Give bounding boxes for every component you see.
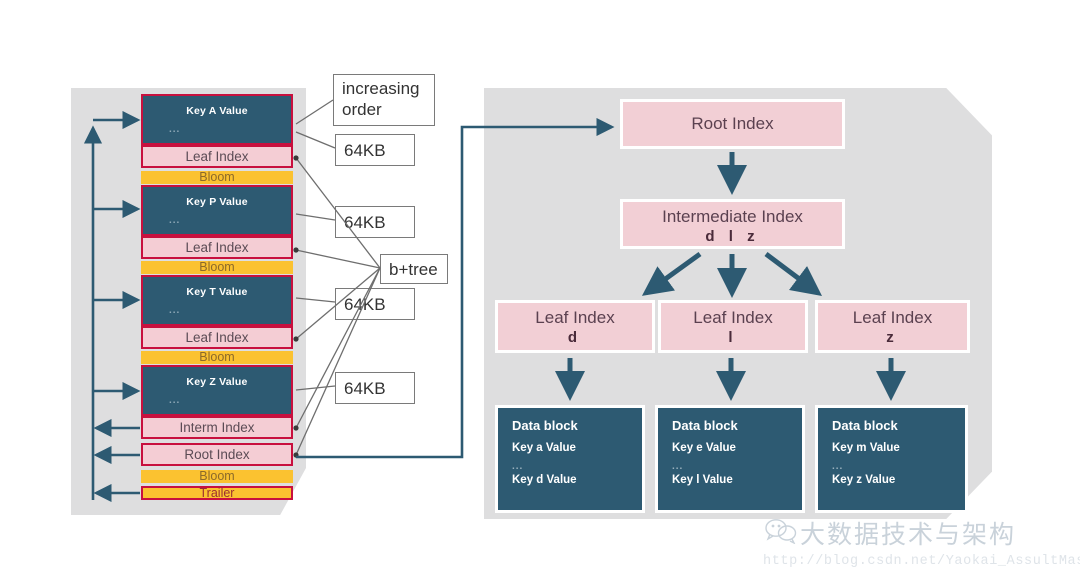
intermediate-index-box: Intermediate Index d l z: [620, 199, 845, 249]
intermediate-index-keys: d l z: [705, 228, 760, 245]
leaf-index-bar-3: Leaf Index: [141, 326, 293, 349]
root-index-label: Root Index: [691, 114, 774, 133]
leaf-index-box-d: Leaf Index d: [495, 300, 655, 353]
bloom-bar-2: Bloom: [141, 261, 293, 274]
leaf-index-label: Leaf Index: [535, 308, 615, 327]
leaf-index-label: Leaf Index: [693, 308, 773, 327]
data-block-first-entry: Key a Value: [512, 442, 576, 454]
kv-block-ellipsis: ...: [169, 215, 181, 226]
trailer-bar: Trailer: [141, 486, 293, 500]
data-block-1: Data block Key a Value ... Key d Value: [495, 405, 645, 513]
leaf-index-label: Leaf Index: [852, 308, 933, 327]
root-index-bar-left: Root Index: [141, 443, 293, 466]
diagram-canvas: Key A Value ... Leaf Index Bloom Key P V…: [0, 0, 1080, 579]
kv-block-ellipsis: ...: [169, 305, 181, 316]
callout-64kb-3: 64KB: [335, 288, 415, 320]
data-block-2: Data block Key e Value ... Key l Value: [655, 405, 805, 513]
data-block-first-entry: Key m Value: [832, 442, 900, 454]
hfile-kv-block-3: Key T Value ...: [141, 275, 293, 326]
data-block-title: Data block: [832, 418, 898, 433]
kv-block-title: Key P Value: [186, 196, 248, 208]
hfile-kv-block-2: Key P Value ...: [141, 185, 293, 236]
hfile-kv-block-4: Key Z Value ...: [141, 365, 293, 416]
callout-btree: b+tree: [380, 254, 448, 284]
data-block-title: Data block: [672, 418, 738, 433]
root-index-box: Root Index: [620, 99, 845, 149]
callout-increasing-order: increasing order: [333, 74, 435, 126]
kv-block-title: Key T Value: [186, 286, 248, 298]
bloom-bar-1: Bloom: [141, 171, 293, 184]
data-block-ellipsis: ...: [672, 461, 684, 472]
leaf-index-bar-2: Leaf Index: [141, 236, 293, 259]
data-block-3: Data block Key m Value ... Key z Value: [815, 405, 968, 513]
intermediate-index-label: Intermediate Index: [662, 207, 803, 226]
kv-block-title: Key Z Value: [186, 376, 248, 388]
kv-block-title: Key A Value: [186, 105, 248, 117]
watermark-account-name: 大数据技术与架构: [800, 520, 1017, 549]
callout-64kb-2: 64KB: [335, 206, 415, 238]
data-block-last-entry: Key d Value: [512, 474, 577, 486]
leaf-index-box-z: Leaf Index z: [815, 300, 970, 353]
data-block-last-entry: Key l Value: [672, 474, 733, 486]
leaf-index-key: l: [728, 329, 738, 346]
hfile-kv-block-1: Key A Value ...: [141, 94, 293, 145]
leaf-index-key: d: [567, 329, 583, 346]
interm-index-bar: Interm Index: [141, 416, 293, 439]
leaf-index-bar-1: Leaf Index: [141, 145, 293, 168]
bloom-bar-4: Bloom: [141, 470, 293, 483]
kv-block-ellipsis: ...: [169, 395, 181, 406]
data-block-first-entry: Key e Value: [672, 442, 736, 454]
leaf-index-box-l: Leaf Index l: [658, 300, 808, 353]
callout-64kb-1: 64KB: [335, 134, 415, 166]
data-block-ellipsis: ...: [832, 461, 844, 472]
watermark-url: http://blog.csdn.net/Yaokai_AssultMaster: [763, 554, 1080, 569]
data-block-ellipsis: ...: [512, 461, 524, 472]
bloom-bar-3: Bloom: [141, 351, 293, 364]
callout-64kb-4: 64KB: [335, 372, 415, 404]
wechat-logo-icon: [765, 519, 797, 544]
data-block-title: Data block: [512, 418, 578, 433]
kv-block-ellipsis: ...: [169, 124, 181, 135]
data-block-last-entry: Key z Value: [832, 474, 896, 486]
leaf-index-key: z: [886, 329, 899, 346]
